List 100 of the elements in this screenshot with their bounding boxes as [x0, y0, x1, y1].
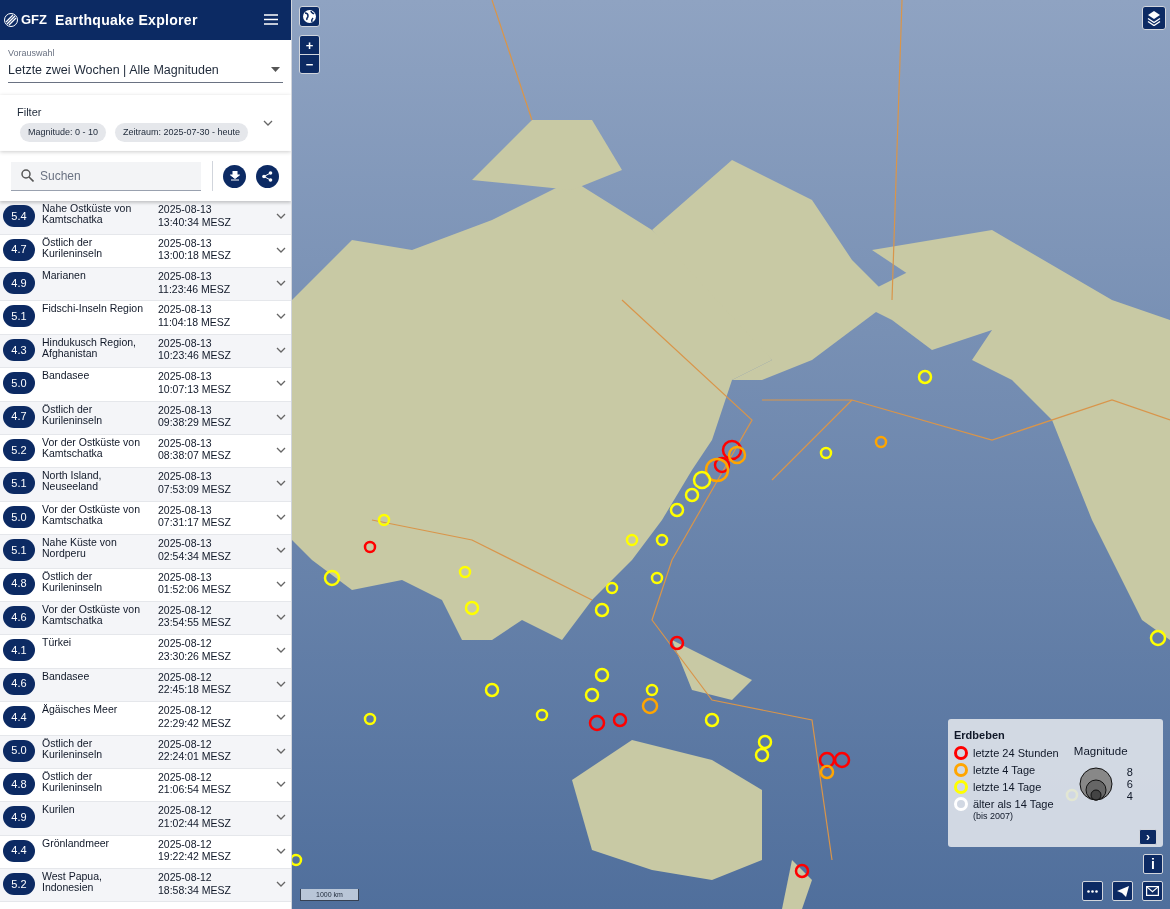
event-row[interactable]: 5.1 Fidschi-Inseln Region 2025-08-13 11:04:18 MESZ: [0, 301, 291, 335]
magnitude-badge: 5.0: [3, 372, 35, 395]
search-icon: [21, 169, 34, 183]
search-input[interactable]: Suchen: [40, 166, 180, 185]
magnitude-badge: 5.1: [3, 472, 35, 495]
event-time: 07:53:09 MESZ: [158, 482, 232, 496]
paper-plane-icon: [1116, 885, 1129, 897]
logo-icon: [4, 13, 18, 27]
event-date: 2025-08-12: [158, 804, 213, 817]
event-row[interactable]: 4.9 Kurilen 2025-08-12 21:02:44 MESZ: [0, 802, 291, 836]
email-button[interactable]: [1142, 881, 1163, 901]
chevron-down-icon: [276, 647, 286, 654]
event-row[interactable]: 4.1 Türkei 2025-08-12 23:30:26 MESZ: [0, 635, 291, 669]
magnitude-badge: 4.4: [3, 839, 35, 862]
event-row[interactable]: 4.8 Östlich der Kurileninseln 2025-08-12 21:06:54 MESZ: [0, 768, 291, 803]
chevron-down-icon: [276, 246, 286, 253]
event-row[interactable]: 5.4 Nahe Ostküste von Kamtschatka 2025-08-13 13:40:34 MESZ: [0, 201, 291, 235]
more-icon: [1087, 889, 1098, 893]
preset-dropdown[interactable]: Vorauswahl Letzte zwei Wochen | Alle Magnituden: [8, 47, 283, 84]
event-time: 19:22:42 MESZ: [158, 850, 232, 863]
region-name: Hindukusch Region, Afghanistan: [42, 336, 137, 359]
filter-chip[interactable]: Magnitude: 0 - 10: [20, 122, 107, 143]
event-time: 13:00:18 MESZ: [158, 249, 232, 262]
chevron-down-icon: [276, 580, 286, 587]
legend-label: letzte 24 Stunden: [973, 745, 1059, 761]
event-date: 2025-08-13: [158, 303, 213, 316]
event-row[interactable]: 5.2 West Papua, Indonesien 2025-08-12 18:58:34 MESZ: [0, 869, 291, 903]
app-title: Earthquake Explorer: [55, 10, 199, 30]
event-date: 2025-08-13: [158, 203, 213, 216]
event-time: 22:45:18 MESZ: [158, 683, 232, 696]
event-row[interactable]: 4.6 Vor der Ostküste von Kamtschatka 2025-08-12 23:54:55 MESZ: [0, 601, 291, 636]
event-row[interactable]: 5.1 North Island, Neuseeland 2025-08-13 07:53:09 MESZ: [0, 468, 291, 502]
chevron-down-icon: [276, 680, 286, 687]
event-row[interactable]: 4.7 Östlich der Kurileninseln 2025-08-13 13:00:18 MESZ: [0, 234, 291, 269]
event-row[interactable]: 4.9 Marianen 2025-08-13 11:23:46 MESZ: [0, 268, 291, 302]
download-button[interactable]: [223, 164, 246, 188]
event-row[interactable]: 4.3 Hindukusch Region, Afghanistan 2025-08-13 10:23:46 MESZ: [0, 334, 291, 369]
chevron-down-icon: [276, 747, 286, 754]
region-name: Nahe Ostküste von Kamtschatka: [42, 203, 133, 226]
event-row[interactable]: 4.7 Östlich der Kurileninseln 2025-08-13 09:38:29 MESZ: [0, 401, 291, 435]
legend-label: älter als 14 Tage: [973, 796, 1054, 812]
magnitude-badge: 4.3: [3, 338, 35, 361]
event-time: 11:23:46 MESZ: [158, 282, 232, 296]
event-row[interactable]: 4.8 Östlich der Kurileninseln 2025-08-13 01:52:06 MESZ: [0, 568, 291, 602]
info-button[interactable]: i: [1143, 854, 1163, 874]
event-date: 2025-08-13: [158, 503, 213, 517]
chevron-down-icon: [276, 313, 286, 320]
chevron-down-icon: [276, 547, 286, 554]
event-date: 2025-08-13: [158, 403, 213, 417]
event-row[interactable]: 4.4 Ägäisches Meer 2025-08-12 22:29:42 MESZ: [0, 702, 291, 736]
legend-expand-button[interactable]: ›: [1139, 829, 1157, 845]
magnitude-badge: 4.8: [3, 772, 35, 795]
event-date: 2025-08-12: [158, 704, 213, 717]
chevron-down-icon: [276, 213, 286, 220]
event-time: 22:29:42 MESZ: [158, 716, 232, 730]
envelope-icon: [1146, 886, 1159, 896]
event-date: 2025-08-13: [158, 470, 213, 483]
telegram-button[interactable]: [1112, 881, 1133, 901]
event-date: 2025-08-12: [158, 737, 213, 750]
filter-chip[interactable]: Zeitraum: 2025-07-30 - heute: [115, 122, 249, 143]
event-row[interactable]: 5.0 Östlich der Kurileninseln 2025-08-12 22:24:01 MESZ: [0, 735, 291, 769]
chevron-down-icon: [276, 447, 286, 453]
legend-title: Erdbeben: [954, 728, 1006, 743]
event-date: 2025-08-12: [158, 603, 213, 617]
event-date: 2025-08-13: [158, 336, 213, 350]
layers-button[interactable]: [1142, 6, 1166, 30]
event-row[interactable]: 4.6 Bandasee 2025-08-12 22:45:18 MESZ: [0, 668, 291, 703]
region-name: Östlich der Kurileninseln: [42, 737, 104, 760]
search-field[interactable]: Suchen: [11, 161, 201, 191]
zoom-in-button[interactable]: +: [300, 36, 319, 55]
magnitude-badge: 4.7: [3, 238, 35, 261]
region-name: Türkei: [42, 637, 73, 649]
region-name: Vor der Ostküste von Kamtschatka: [42, 603, 142, 626]
chevron-down-icon: [276, 380, 286, 387]
event-date: 2025-08-13: [158, 236, 213, 250]
region-name: Östlich der Kurileninseln: [42, 770, 104, 793]
chevron-down-icon: [276, 413, 286, 420]
event-time: 09:38:29 MESZ: [158, 416, 232, 429]
share-button[interactable]: [256, 164, 279, 188]
globe-button[interactable]: [299, 6, 320, 27]
event-time: 01:52:06 MESZ: [158, 583, 232, 596]
magnitude-badge: 4.9: [3, 272, 35, 295]
dropdown-caret-icon: [271, 67, 280, 73]
region-name: Östlich der Kurileninseln: [42, 403, 104, 426]
chevron-down-icon: [276, 881, 286, 888]
chevron-down-icon: [276, 480, 286, 487]
region-name: Vor der Ostküste von Kamtschatka: [42, 503, 142, 526]
chevron-down-icon: [276, 613, 286, 620]
region-name: Grönlandmeer: [42, 837, 111, 849]
event-row[interactable]: 5.1 Nahe Küste von Nordperu 2025-08-13 02:54:34 MESZ: [0, 535, 291, 569]
zoom-out-button[interactable]: −: [300, 55, 319, 73]
magnitude-badge: 5.0: [3, 505, 35, 528]
more-button[interactable]: [1082, 881, 1103, 901]
event-row[interactable]: 5.0 Bandasee 2025-08-13 10:07:13 MESZ: [0, 368, 291, 402]
chevron-down-icon: [263, 120, 273, 127]
magnitude-scale-icon: [1078, 767, 1113, 802]
event-row[interactable]: 5.2 Vor der Ostküste von Kamtschatka 2025-08-13 08:38:07 MESZ: [0, 435, 291, 469]
event-time: 23:30:26 MESZ: [158, 649, 232, 663]
region-name: North Island, Neuseeland: [42, 470, 103, 493]
event-time: 10:23:46 MESZ: [158, 349, 232, 362]
